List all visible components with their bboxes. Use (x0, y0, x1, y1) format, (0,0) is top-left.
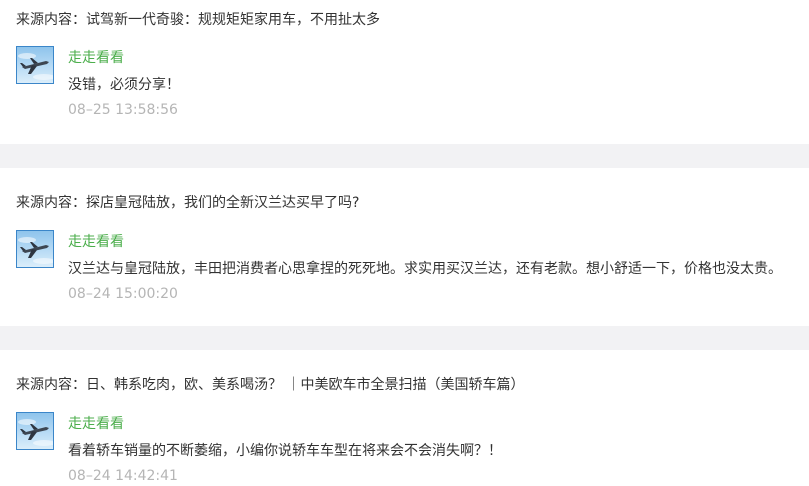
comment-text: 汉兰达与皇冠陆放，丰田把消费者心思拿捏的死死地。求实用买汉兰达，还有老款。想小舒… (68, 261, 782, 277)
source-label: 来源内容： (16, 377, 86, 393)
comment-timestamp: 08–25 13:58:56 (68, 102, 178, 118)
avatar[interactable] (16, 412, 54, 450)
airplane-avatar-icon (18, 419, 53, 446)
source-title[interactable]: 探店皇冠陆放，我们的全新汉兰达买早了吗? (86, 195, 359, 211)
comment-card: 来源内容：日、韩系吃肉，欧、美系喝汤？ ｜中美欧车市全景扫描（美国轿车篇） 走走… (0, 350, 809, 486)
source-line[interactable]: 来源内容：日、韩系吃肉，欧、美系喝汤？ ｜中美欧车市全景扫描（美国轿车篇） (16, 375, 524, 395)
card-divider (0, 144, 809, 168)
author-name[interactable]: 走走看看 (68, 414, 124, 434)
comment-card: 来源内容：试驾新一代奇骏：规规矩矩家用车，不用扯太多 走走看看 没错，必须分享！… (0, 0, 809, 144)
source-label: 来源内容： (16, 12, 86, 28)
comment-timestamp: 08–24 15:00:20 (68, 286, 178, 302)
comment-feed: 来源内容：试驾新一代奇骏：规规矩矩家用车，不用扯太多 走走看看 没错，必须分享！… (0, 0, 809, 486)
airplane-avatar-icon (18, 53, 53, 80)
source-title[interactable]: 试驾新一代奇骏：规规矩矩家用车，不用扯太多 (86, 12, 380, 28)
comment-timestamp: 08–24 14:42:41 (68, 468, 178, 484)
airplane-avatar-icon (18, 237, 53, 264)
comment-text: 看着轿车销量的不断萎缩，小编你说轿车车型在将来会不会消失啊？！ (68, 443, 502, 459)
avatar[interactable] (16, 46, 54, 84)
author-name[interactable]: 走走看看 (68, 232, 124, 252)
source-title[interactable]: 日、韩系吃肉，欧、美系喝汤？ ｜中美欧车市全景扫描（美国轿车篇） (86, 377, 524, 393)
card-divider (0, 326, 809, 350)
source-label: 来源内容： (16, 195, 86, 211)
comment-card: 来源内容：探店皇冠陆放，我们的全新汉兰达买早了吗? 走走看看 汉兰达与皇冠陆放，… (0, 168, 809, 326)
source-line[interactable]: 来源内容：探店皇冠陆放，我们的全新汉兰达买早了吗? (16, 193, 359, 213)
avatar[interactable] (16, 230, 54, 268)
author-name[interactable]: 走走看看 (68, 48, 124, 68)
comment-text: 没错，必须分享！ (68, 77, 180, 93)
source-line[interactable]: 来源内容：试驾新一代奇骏：规规矩矩家用车，不用扯太多 (16, 10, 380, 30)
